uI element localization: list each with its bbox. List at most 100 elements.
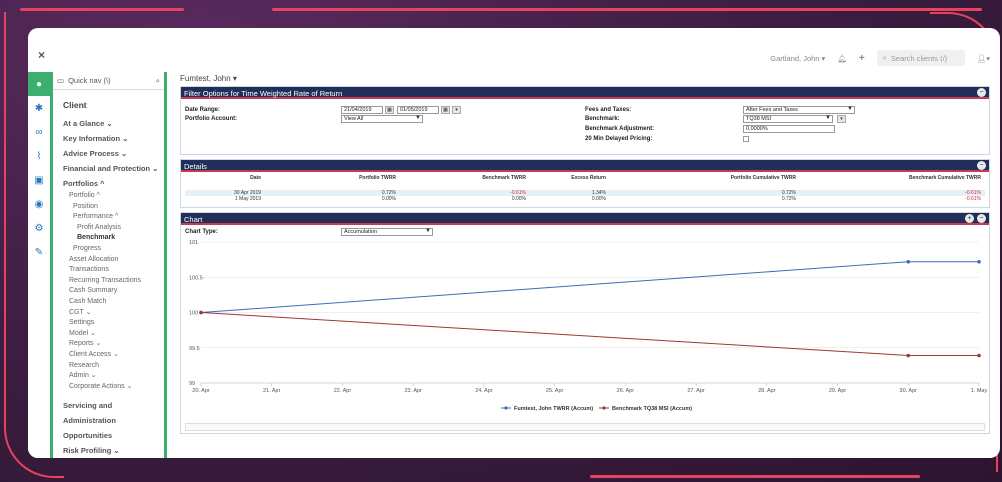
dropdown-icon[interactable]: ▾ (452, 106, 461, 114)
nav-item[interactable]: Corporate Actions ⌄ (53, 382, 164, 393)
x-tick-label: 30. Apr (900, 388, 918, 394)
column-header: Excess Return (571, 175, 606, 181)
user-menu[interactable]: Gartland, John ▾ (770, 54, 825, 63)
legend-item[interactable]: Fumtest, John TWRR (Accum) (514, 406, 593, 412)
horizontal-scrollbar[interactable] (185, 423, 985, 431)
bell-icon[interactable]: 🔔︎ (837, 54, 847, 63)
nav-item[interactable]: Financial and Protection ⌄ (53, 161, 164, 176)
delayed-pricing-checkbox[interactable] (743, 136, 749, 142)
data-point[interactable] (906, 353, 911, 358)
x-tick-label: 29. Apr (829, 388, 847, 394)
icon-rail: ● ✱ ∞ ⌇ ▣ ◉ ⚙ ✎ (28, 72, 50, 458)
users-icon[interactable]: ✱ (28, 96, 50, 120)
plus-icon[interactable]: + (859, 53, 865, 64)
close-icon[interactable]: × (38, 48, 45, 62)
collapse-icon[interactable]: − (977, 161, 986, 170)
eye-icon[interactable]: ◉ (28, 192, 50, 216)
table-cell: 0.00% (511, 196, 526, 202)
top-bar: × Gartland, John ▾ 🔔︎ + ⌕ Search clients… (28, 28, 1000, 72)
chevron-down-icon: ▼ (847, 106, 853, 112)
nav-item[interactable]: Client (53, 98, 164, 112)
nav-item[interactable]: At a Glance ⌄ (53, 116, 164, 131)
decor-line (20, 8, 184, 11)
nav-item[interactable]: Opportunities (53, 428, 164, 443)
nav-item[interactable]: Performance ^ (53, 212, 164, 223)
nav-item[interactable]: Key Information ⌄ (53, 131, 164, 146)
nav-item[interactable]: Cash Summary (53, 286, 164, 297)
nav-item[interactable]: Administration (53, 413, 164, 428)
x-tick-label: 23. Apr (404, 388, 422, 394)
nav-item[interactable]: Advice Process ⌄ (53, 146, 164, 161)
nav-item[interactable]: Recurring Transactions (53, 276, 164, 287)
client-selector[interactable]: Fumtest, John ▾ (180, 72, 990, 86)
data-point[interactable] (977, 259, 981, 264)
calendar-icon[interactable]: ▦ (441, 106, 450, 114)
nav-item[interactable]: Portfolios ^ (53, 176, 164, 191)
calendar-icon[interactable]: ▦ (385, 106, 394, 114)
link-icon[interactable]: ∞ (28, 120, 50, 144)
benchmark-adjustment-input[interactable]: 0.0000% (743, 125, 835, 133)
briefcase-icon[interactable]: ▣ (28, 168, 50, 192)
x-tick-label: 21. Apr (263, 388, 281, 394)
portfolio-account-select[interactable]: View All (341, 115, 423, 123)
y-tick-label: 100.5 (189, 275, 203, 281)
data-point[interactable] (906, 259, 911, 264)
nav-item[interactable]: Portfolio ^ (53, 191, 164, 202)
quick-nav[interactable]: ▭ Quick nav (\) ⌕ (53, 72, 164, 90)
chart-icon[interactable]: ⌇ (28, 144, 50, 168)
collapse-icon[interactable]: − (977, 214, 986, 223)
series-line (200, 312, 979, 357)
table-cell: 0.72% (781, 196, 796, 202)
quick-nav-label[interactable]: Quick nav (\) (68, 76, 111, 85)
nav-item[interactable]: Risk Profiling ⌄ (53, 443, 164, 458)
legend-item[interactable]: Benchmark TQ38 MSI (Accum) (612, 406, 692, 412)
nav-item[interactable]: Servicing and (53, 398, 164, 413)
search-input[interactable]: Search clients (/) (891, 54, 947, 63)
benchmark-label: Benchmark: (585, 116, 620, 122)
collapse-icon[interactable]: − (977, 88, 986, 97)
search-icon[interactable]: ⌕ (156, 76, 160, 86)
table-cell: 0.00% (591, 196, 606, 202)
benchmark-select[interactable]: TQ38 MSI (743, 115, 833, 123)
date-to-input[interactable]: 01/05/2019 (397, 106, 439, 114)
client-search[interactable]: ⌕ Search clients (/) (876, 50, 965, 66)
nav-item[interactable]: Admin ⌄ (53, 371, 164, 382)
details-panel: Details − Date Portfolio TWRR Benchmark TW… (180, 159, 990, 208)
data-point[interactable] (977, 353, 981, 358)
x-tick-label: 24. Apr (475, 388, 493, 394)
x-tick-label: 27. Apr (687, 388, 705, 394)
fees-select[interactable]: After Fees and Taxes (743, 106, 855, 114)
wrench-icon[interactable]: ✎ (28, 240, 50, 264)
nav-item[interactable]: Benchmark (53, 233, 164, 244)
y-tick-label: 99.5 (189, 346, 200, 352)
gears-icon[interactable]: ⚙ (28, 216, 50, 240)
nav-item[interactable]: Transactions (53, 265, 164, 276)
nav-item[interactable]: Progress (53, 244, 164, 255)
column-header: Benchmark Cumulative TWRR (909, 175, 981, 181)
nav-item[interactable]: Client Access ⌄ (53, 350, 164, 361)
dropdown-icon[interactable]: ▾ (837, 115, 846, 123)
nav-item[interactable]: Settings (53, 318, 164, 329)
nav-item[interactable]: Position (53, 202, 164, 213)
nav-item[interactable]: CGT ⌄ (53, 308, 164, 319)
column-header: Benchmark TWRR (482, 175, 526, 181)
nav-item[interactable]: Research (53, 361, 164, 372)
expand-icon[interactable]: + (965, 214, 974, 223)
nav-item[interactable]: Asset Allocation (53, 255, 164, 266)
panel-header: Chart + − (181, 213, 989, 225)
x-tick-label: 1. May (971, 388, 988, 394)
date-from-input[interactable]: 21/04/2019 (341, 106, 383, 114)
app-window: × Gartland, John ▾ 🔔︎ + ⌕ Search clients… (28, 28, 1000, 458)
person-icon[interactable]: ● (28, 72, 50, 96)
data-point[interactable] (199, 310, 203, 315)
nav-item[interactable]: Profit Analysis (53, 223, 164, 234)
nav-item[interactable]: Model ⌄ (53, 329, 164, 340)
nav-item[interactable]: Reports ⌄ (53, 339, 164, 350)
portfolio-account-label: Portfolio Account: (185, 116, 238, 122)
account-icon[interactable]: 👤︎▾ (977, 54, 990, 63)
nav-item[interactable]: Cash Match (53, 297, 164, 308)
top-right-toolbar: Gartland, John ▾ 🔔︎ + ⌕ Search clients (… (770, 50, 990, 66)
chart-panel: Chart + − Chart Type: Accumulation ▼ 101… (180, 212, 990, 434)
column-header: Portfolio TWRR (359, 175, 396, 181)
search-icon: ⌕ (882, 53, 887, 62)
